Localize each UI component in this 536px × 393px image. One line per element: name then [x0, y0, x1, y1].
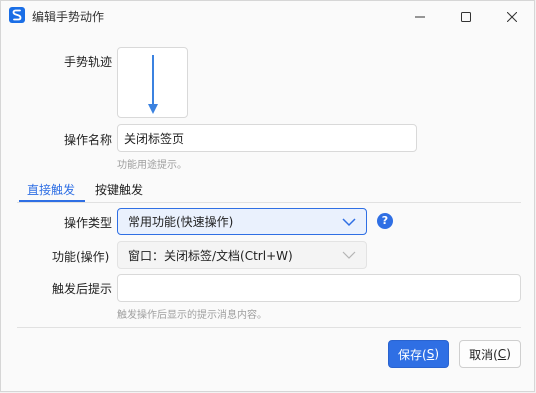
chevron-down-icon [342, 217, 356, 226]
close-button[interactable] [489, 1, 535, 32]
cancel-button-accesskey: C [497, 347, 507, 361]
title-bar: 编辑手势动作 [1, 1, 534, 32]
edit-gesture-dialog: 编辑手势动作 手势轨迹 操作名称 关闭标签页 功能用途提示。 直接触发 按键触发… [0, 0, 535, 392]
window-title: 编辑手势动作 [32, 10, 105, 24]
cancel-button-suffix: ) [506, 347, 511, 361]
save-button-label: 保存( [398, 347, 427, 362]
minimize-button[interactable] [397, 1, 443, 32]
footer-divider [17, 327, 521, 328]
app-logo-icon [9, 7, 25, 23]
operation-type-select[interactable]: 常用功能(快速操作) [117, 208, 367, 235]
close-icon [507, 11, 517, 22]
save-button-suffix: ) [434, 347, 439, 361]
chevron-down-icon [342, 251, 356, 259]
save-button-accesskey: S [426, 347, 435, 361]
function-value: 窗口：关闭标签/文档(Ctrl+W) [128, 248, 293, 263]
operation-name-label: 操作名称 [64, 133, 113, 147]
operation-name-value: 关闭标签页 [124, 131, 185, 146]
tab-direct-trigger[interactable]: 直接触发 [27, 181, 75, 198]
tab-key-trigger[interactable]: 按键触发 [95, 181, 143, 198]
operation-type-label: 操作类型 [64, 216, 113, 230]
save-button[interactable]: 保存(S) [388, 340, 449, 368]
help-icon[interactable]: ? [377, 213, 393, 229]
cancel-button-label: 取消( [469, 347, 498, 362]
active-tab-indicator [19, 200, 85, 202]
cancel-button[interactable]: 取消(C) [459, 340, 521, 368]
maximize-button[interactable] [443, 1, 489, 32]
after-trigger-prompt-hint: 触发操作后显示的提示消息内容。 [117, 310, 267, 321]
operation-name-input[interactable]: 关闭标签页 [117, 124, 417, 152]
after-trigger-prompt-input[interactable] [117, 274, 521, 302]
function-select[interactable]: 窗口：关闭标签/文档(Ctrl+W) [117, 241, 367, 269]
tab-divider [17, 202, 521, 203]
gesture-trajectory-label: 手势轨迹 [64, 55, 113, 69]
gesture-trajectory-canvas[interactable] [117, 47, 188, 118]
operation-type-value: 常用功能(快速操作) [128, 215, 234, 229]
maximize-icon [461, 11, 471, 22]
function-label: 功能(操作) [52, 250, 110, 264]
operation-name-hint: 功能用途提示。 [117, 160, 187, 171]
minimize-icon [415, 16, 425, 17]
arrow-down-icon [148, 55, 158, 114]
after-trigger-prompt-label: 触发后提示 [52, 282, 113, 296]
